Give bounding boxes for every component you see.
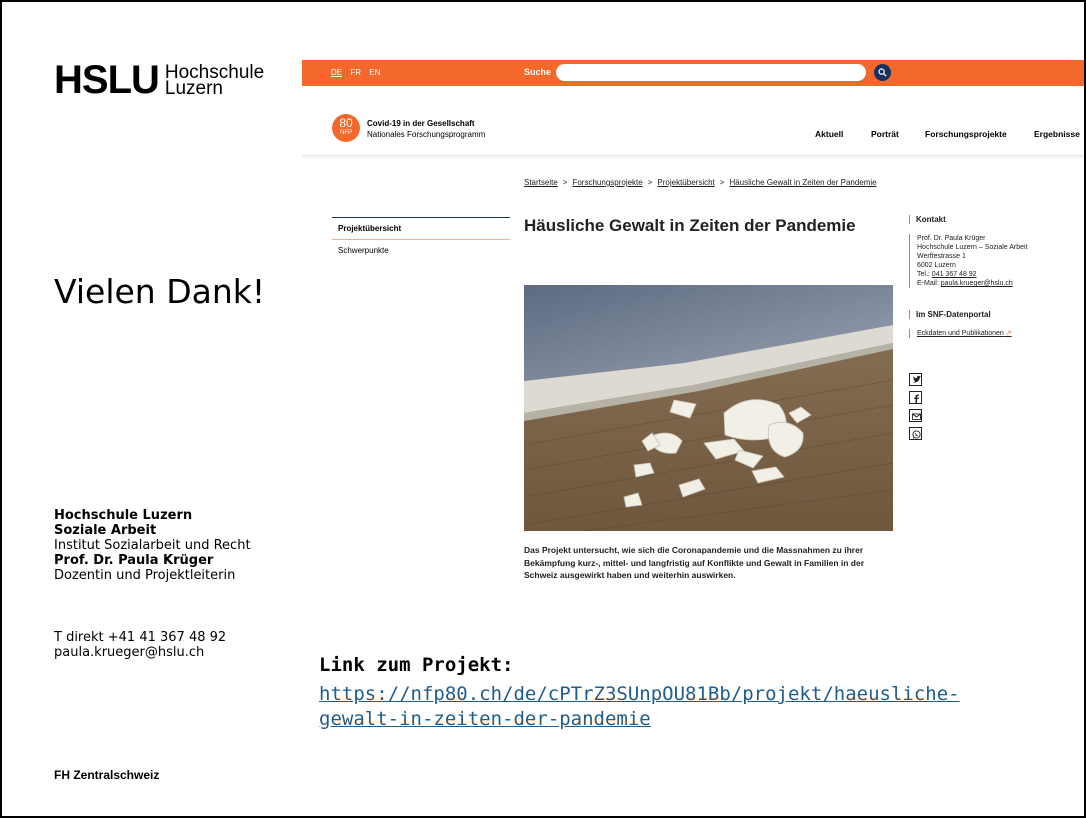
search-label: Suche: [524, 67, 552, 77]
contact-line: Prof. Dr. Paula Krüger: [917, 235, 986, 242]
contact-details: Prof. Dr. Paula Krüger Hochschule Luzern…: [909, 234, 1079, 288]
breadcrumb-separator: >: [647, 178, 653, 187]
logo-mark: HSLU: [54, 58, 160, 102]
hslu-logo: HSLU Hochschule Luzern: [54, 60, 264, 100]
search-input[interactable]: [556, 64, 866, 81]
project-link-line-1: https://nfp80.ch/de/cPTrZ3SUnpOU81Bb/pro…: [319, 683, 960, 705]
thanks-heading: Vielen Dank!: [54, 272, 266, 311]
website-screenshot: DE FR EN Suche 80 NFP Covid-19 in der Ge…: [302, 60, 1084, 600]
nfp-abbr: NFP: [340, 130, 352, 136]
program-subtitle: Nationales Forschungsprogramm: [367, 130, 486, 139]
project-summary: Das Projekt untersucht, wie sich die Cor…: [524, 545, 865, 580]
lang-de[interactable]: DE: [331, 68, 342, 77]
side-nav-projektuebersicht[interactable]: Projektübersicht: [332, 217, 510, 240]
share-whatsapp[interactable]: [909, 427, 922, 440]
link-heading: Link zum Projekt:: [319, 654, 514, 676]
language-switcher: DE FR EN: [331, 68, 386, 77]
nfp-logo[interactable]: 80 NFP: [332, 114, 360, 142]
project-link[interactable]: https://nfp80.ch/de/cPTrZ3SUnpOU81Bb/pro…: [319, 682, 1079, 732]
org-name: Hochschule Luzern: [54, 508, 193, 523]
person-role: Dozentin und Projektleiterin: [54, 568, 236, 583]
contact-tel: Tel.: 041 367 48 92: [917, 270, 1079, 279]
tel-label: Tel.:: [917, 271, 932, 278]
nav-forschungsprojekte[interactable]: Forschungsprojekte: [925, 129, 1007, 139]
nav-ergebnisse[interactable]: Ergebnisse: [1034, 129, 1080, 139]
mail-label: E-Mail:: [917, 280, 941, 287]
contact-line: Werftestrasse 1: [917, 253, 966, 260]
breadcrumb: Startseite > Forschungsprojekte > Projektübe…: [524, 178, 877, 187]
portal-link[interactable]: Eckdaten und Publikationen ⇗: [909, 329, 1079, 338]
search-icon: [878, 68, 887, 77]
breadcrumb-projektuebersicht[interactable]: Projektübersicht: [657, 178, 714, 187]
logo-text: Hochschule Luzern: [164, 63, 264, 99]
footer-label: FH Zentralschweiz: [54, 768, 160, 782]
project-link-line-2: gewalt-in-zeiten-der-pandemie: [319, 708, 651, 730]
logo-line-2: Luzern: [164, 78, 223, 99]
contact-line: Hochschule Luzern – Soziale Arbeit: [917, 244, 1028, 251]
email: paula.krueger@hslu.ch: [54, 645, 205, 660]
breadcrumb-startseite[interactable]: Startseite: [524, 178, 558, 187]
broken-cup-image: [524, 285, 893, 531]
contact-block: Hochschule Luzern Soziale Arbeit Institu…: [54, 508, 251, 583]
phone-block: T direkt +41 41 367 48 92 paula.krueger@…: [54, 630, 226, 660]
top-bar: DE FR EN Suche: [302, 60, 1084, 86]
breadcrumb-separator: >: [719, 178, 725, 187]
share-facebook[interactable]: [909, 391, 922, 404]
tel-link[interactable]: 041 367 48 92: [932, 271, 977, 278]
breadcrumb-forschungsprojekte[interactable]: Forschungsprojekte: [572, 178, 642, 187]
side-nav-schwerpunkte[interactable]: Schwerpunkte: [332, 240, 510, 261]
project-photo: [524, 285, 893, 531]
external-link-icon: ⇗: [1005, 330, 1012, 337]
search-button[interactable]: [874, 64, 891, 81]
share-mail[interactable]: [909, 409, 922, 422]
lang-fr[interactable]: FR: [350, 68, 361, 77]
nfp-number: 80: [339, 116, 353, 130]
contact-sidebar: Kontakt Prof. Dr. Paula Krüger Hochschul…: [909, 215, 1079, 338]
nav-aktuell[interactable]: Aktuell: [815, 129, 843, 139]
phone: T direkt +41 41 367 48 92: [54, 630, 227, 645]
program-title-main: Covid-19 in der Gesellschaft: [367, 119, 475, 128]
lang-en[interactable]: EN: [369, 68, 380, 77]
breadcrumb-separator: >: [562, 178, 568, 187]
share-twitter[interactable]: [909, 373, 922, 386]
contact-line: 6002 Luzern: [917, 262, 956, 269]
slide: HSLU Hochschule Luzern Vielen Dank! Hoch…: [0, 0, 1086, 818]
twitter-icon: [913, 375, 921, 383]
program-title: Covid-19 in der Gesellschaft Nationales …: [367, 118, 485, 140]
nav-portraet[interactable]: Porträt: [871, 129, 899, 139]
contact-mail: E-Mail: paula.krueger@hslu.ch: [917, 279, 1079, 288]
contact-heading: Kontakt: [909, 215, 1079, 224]
mail-link[interactable]: paula.krueger@hslu.ch: [941, 280, 1013, 287]
org-department: Soziale Arbeit: [54, 523, 157, 538]
page-title: Häusliche Gewalt in Zeiten der Pandemie: [524, 216, 856, 235]
portal-heading: Im SNF-Datenportal: [909, 310, 1079, 319]
breadcrumb-current[interactable]: Häusliche Gewalt in Zeiten der Pandemie: [729, 178, 876, 187]
portal-link-label: Eckdaten und Publikationen: [917, 330, 1004, 337]
side-nav: Projektübersicht Schwerpunkte: [332, 217, 510, 261]
institute: Institut Sozialarbeit und Recht: [54, 538, 251, 553]
person-name: Prof. Dr. Paula Krüger: [54, 553, 214, 568]
mail-icon: [912, 413, 921, 420]
facebook-icon: [914, 394, 919, 403]
whatsapp-icon: [912, 430, 921, 439]
